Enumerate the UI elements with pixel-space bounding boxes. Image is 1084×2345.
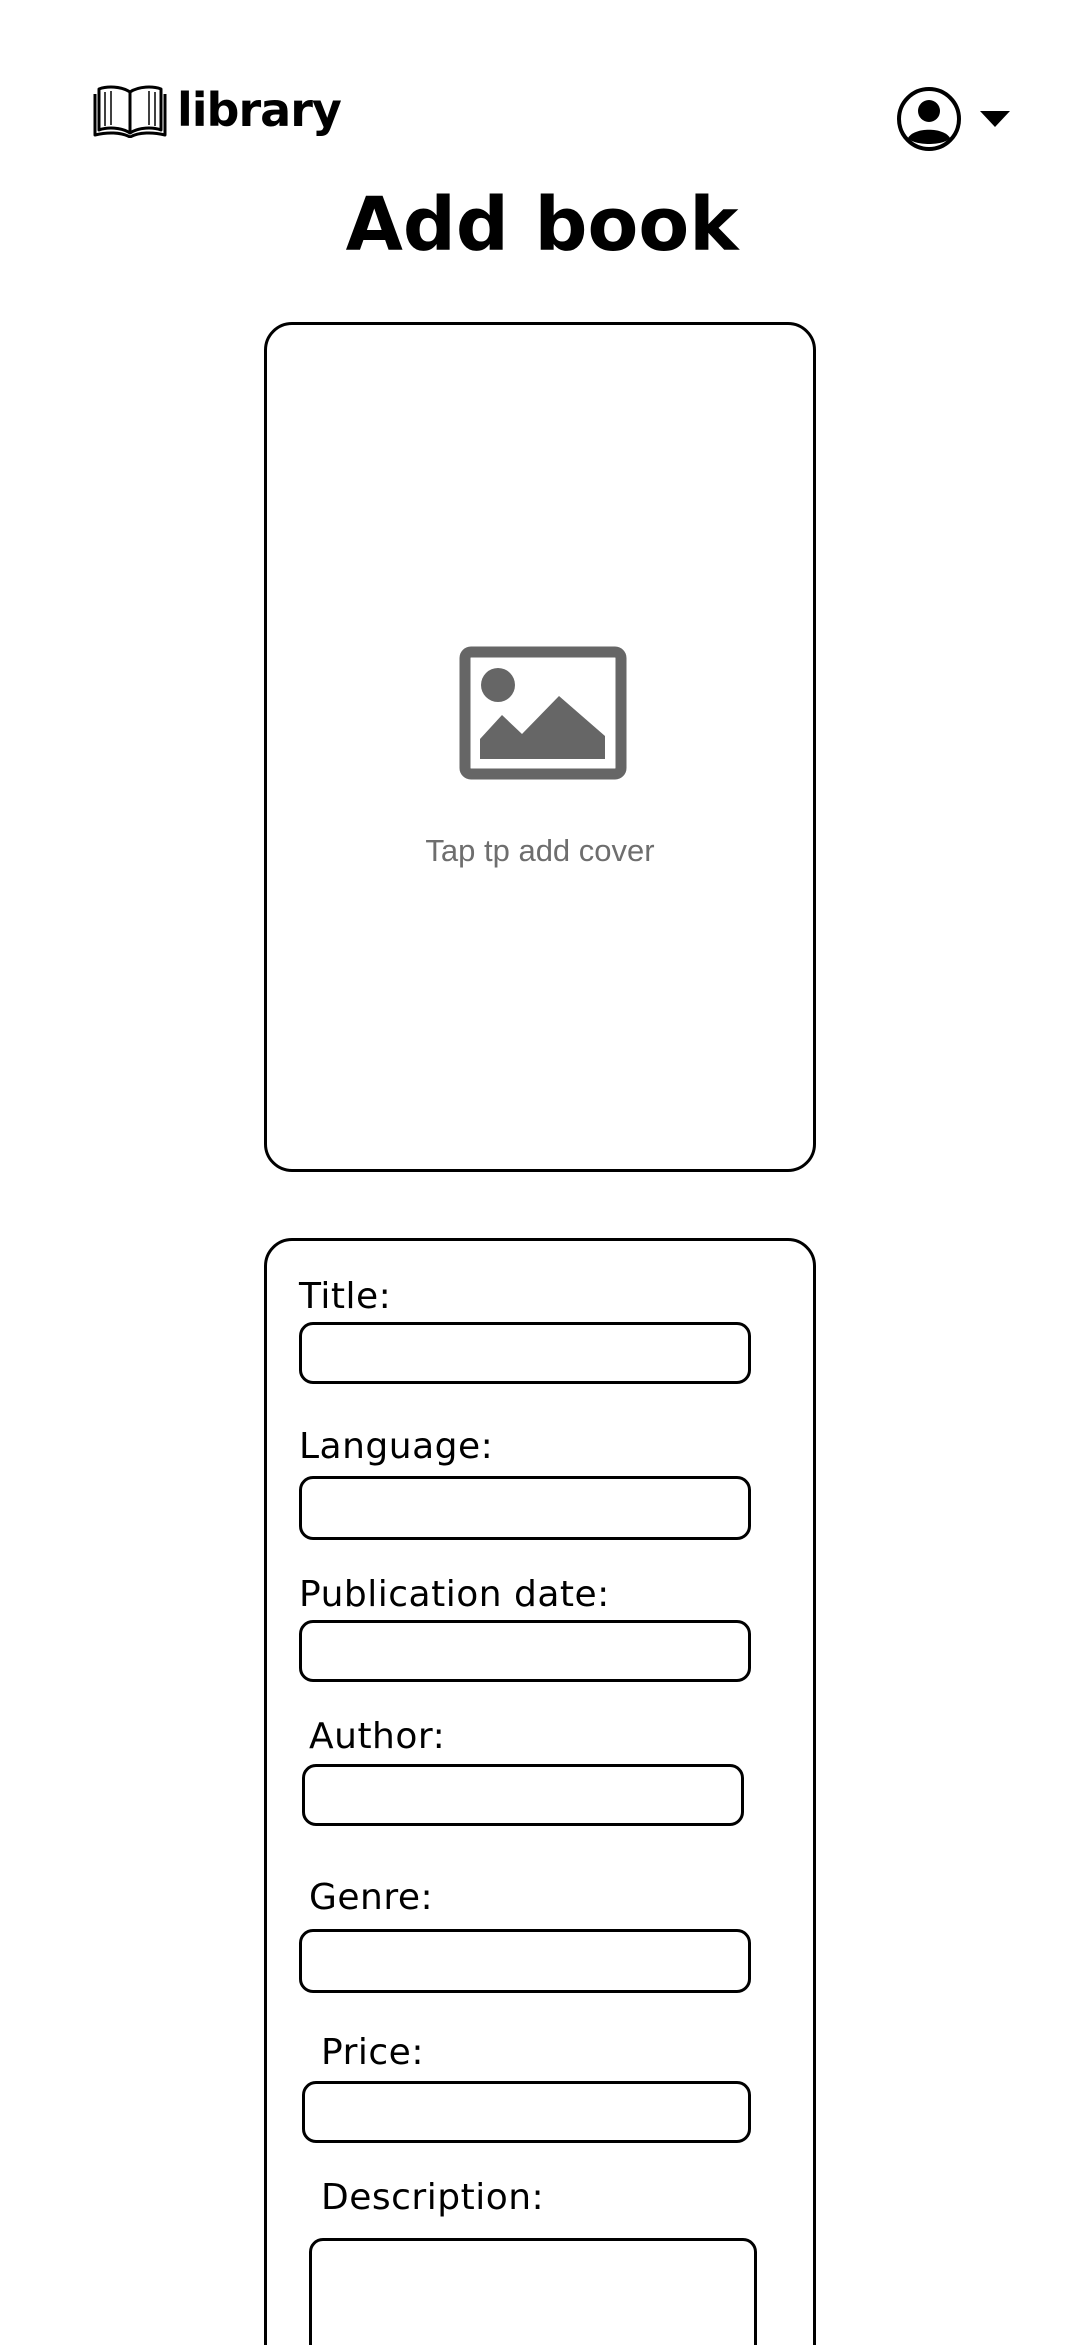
publication-date-label: Publication date: [299,1574,610,1615]
add-cover-hint: Tap tp add cover [425,833,655,868]
image-placeholder-icon [459,646,627,780]
title-input[interactable] [299,1322,751,1384]
add-book-page: library Add book Tap tp add cover Title:… [0,0,1084,2345]
price-input[interactable] [302,2081,751,2143]
genre-input[interactable] [299,1929,751,1993]
author-label: Author: [309,1716,446,1757]
app-logo[interactable]: library [93,82,342,138]
logo-text: library [177,83,342,137]
description-textarea[interactable] [309,2238,757,2345]
price-label: Price: [321,2032,424,2073]
genre-label: Genre: [309,1877,434,1918]
book-details-form: Title: Language: Publication date: Autho… [264,1238,816,2345]
publication-date-input[interactable] [299,1620,751,1682]
user-circle-icon [897,87,961,151]
caret-down-icon [980,111,1010,127]
page-title: Add book [345,182,739,268]
account-menu-button[interactable] [896,86,1010,152]
title-label: Title: [299,1276,392,1317]
author-input[interactable] [302,1764,744,1826]
add-cover-area[interactable]: Tap tp add cover [264,322,816,1172]
language-input[interactable] [299,1476,751,1540]
open-book-icon [93,85,167,138]
language-label: Language: [299,1426,494,1467]
description-label: Description: [321,2177,545,2218]
